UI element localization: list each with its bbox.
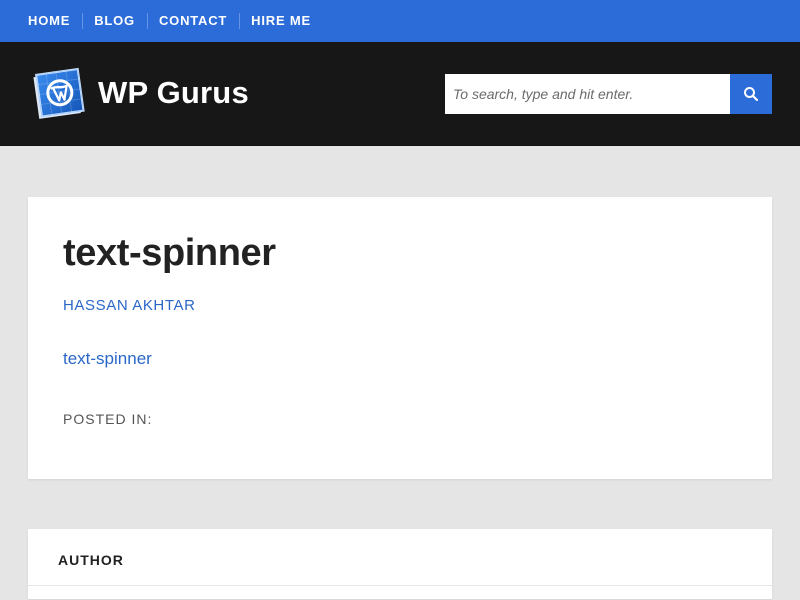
post-title: text-spinner	[63, 232, 276, 274]
post-card: text-spinner HASSAN AKHTAR text-spinner …	[28, 197, 772, 479]
search-form	[445, 73, 772, 114]
nav-item-blog[interactable]: BLOG	[82, 0, 147, 42]
nav-item-home[interactable]: HOME	[16, 0, 82, 42]
search-input[interactable]	[445, 73, 730, 114]
posted-in-label: POSTED IN:	[63, 410, 153, 427]
wordpress-logo-icon[interactable]	[30, 66, 86, 122]
author-box: AUTHOR	[28, 529, 772, 599]
site-header: WP Gurus	[0, 42, 800, 146]
search-button[interactable]	[730, 73, 772, 114]
nav-item-hire-me[interactable]: HIRE ME	[239, 0, 323, 42]
nav-item-contact[interactable]: CONTACT	[146, 0, 239, 42]
post-content-link[interactable]: text-spinner	[63, 349, 152, 369]
top-navigation: HOME BLOG CONTACT HIRE ME	[0, 0, 800, 42]
search-icon	[743, 86, 759, 102]
site-title[interactable]: WP Gurus	[98, 77, 249, 108]
brand[interactable]: WP Gurus	[30, 66, 249, 122]
author-box-heading: AUTHOR	[58, 552, 124, 568]
main-content: text-spinner HASSAN AKHTAR text-spinner …	[0, 146, 800, 599]
post-author-link[interactable]: HASSAN AKHTAR	[63, 297, 196, 314]
author-box-divider	[28, 585, 772, 586]
